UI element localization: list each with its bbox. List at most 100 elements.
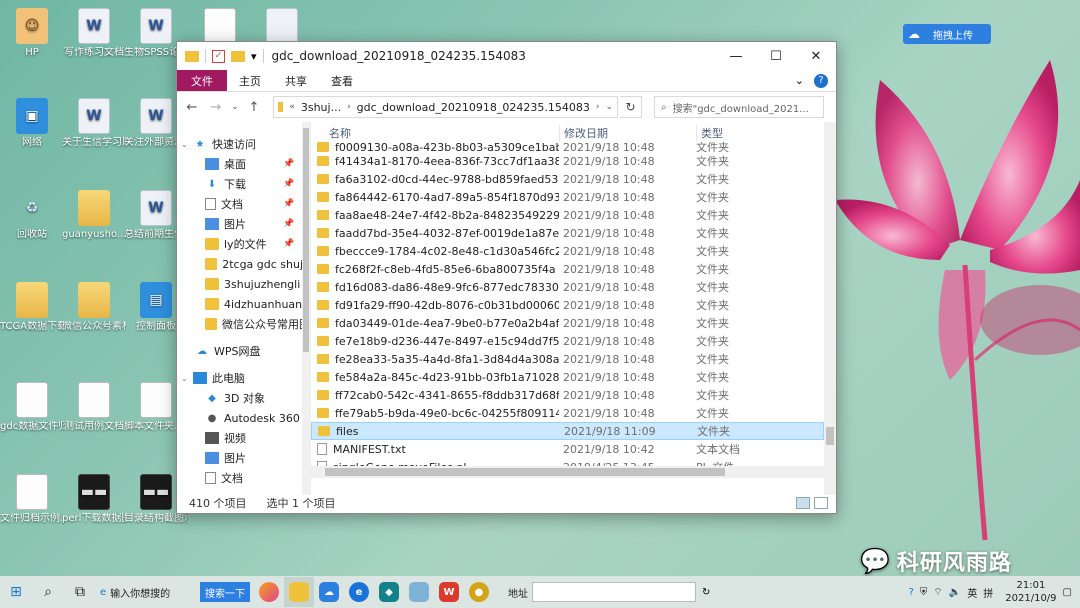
nav-item-4idzhuanhuang[interactable]: 4idzhuanhuang [177,294,310,314]
desktop-icon[interactable]: guanyusho... [62,190,126,241]
new-folder-icon[interactable] [231,50,245,62]
chevron-down-icon[interactable]: ⌄ [181,140,191,149]
table-row[interactable]: fd91fa29-ff90-42db-8076-c0b31bd00060 2021… [311,296,824,314]
up-arrow-icon[interactable]: ↑ [243,100,265,115]
desktop-icon[interactable]: ♻ 回收站 [0,190,64,241]
customize-toolbar-icon[interactable]: ▾ [251,50,257,63]
desktop-icon[interactable]: W 关于生信学习助推文档 [62,98,126,149]
desktop-icon[interactable]: W 写作练习文档 [62,8,126,59]
table-row[interactable]: fa6a3102-d0cd-44ec-9788-bd859faed532 2021… [311,170,824,188]
table-row[interactable]: fe7e18b9-d236-447e-8497-e15c94dd7f55 2021… [311,332,824,350]
table-row[interactable]: fe584a2a-845c-4d23-91bb-03fb1a710287 2021… [311,368,824,386]
help-icon[interactable]: ? [909,587,914,598]
nav-quick-access[interactable]: ⌄ ★ 快速访问 [177,134,310,154]
breadcrumb-item[interactable]: gdc_download_20210918_024235.154083 [357,101,590,114]
nav-scrollbar[interactable] [302,122,310,495]
pin-icon[interactable]: 📌 [283,199,294,209]
close-button[interactable]: ✕ [796,42,836,70]
nav-this-pc[interactable]: ⌄ 此电脑 [177,368,310,388]
taskbar-app[interactable]: e [344,577,374,607]
scrollbar-thumb[interactable] [325,468,725,476]
back-arrow-icon[interactable]: ← [181,100,203,115]
nav-item-documents[interactable]: 文档 📌 [177,194,310,214]
table-row[interactable]: ffe79ab5-b9da-49e0-bc6c-04255f809114 2021… [311,404,824,422]
table-row[interactable]: files 2021/9/18 11:09 文件夹 [311,422,824,440]
clock[interactable]: 21:01 2021/10/9 [1005,579,1056,605]
nav-item-videos[interactable]: 视频 [177,428,310,448]
nav-item-ly-files[interactable]: ly的文件 📌 [177,234,310,254]
tab-file[interactable]: 文件 [177,70,227,91]
details-view-icon[interactable] [796,497,810,509]
pin-icon[interactable]: 📌 [283,159,294,169]
nav-item-wechat-images[interactable]: 微信公众号常用图 [177,314,310,334]
tab-home[interactable]: 主页 [227,70,273,91]
taskbar-app[interactable]: ● [464,577,494,607]
nav-item-desktop[interactable]: 桌面 📌 [177,154,310,174]
nav-item-pictures[interactable]: 图片 📌 [177,214,310,234]
refresh-icon[interactable]: ↻ [620,96,642,118]
task-view-icon[interactable]: ⧉ [64,576,96,608]
table-row[interactable]: ff72cab0-542c-4341-8655-f8ddb317d68f 2021… [311,386,824,404]
chevron-right-icon[interactable]: › [596,102,600,112]
taskbar-app[interactable]: W [434,577,464,607]
table-row[interactable]: fe28ea33-5a35-4a4d-8fa1-3d84d4a308ac 2021… [311,350,824,368]
ime-mode[interactable]: 拼 [983,585,993,600]
table-row[interactable]: f41434a1-8170-4eea-836f-73cc7df1aa38 2021… [311,152,824,170]
title-bar[interactable]: ✓ ▾ gdc_download_20210918_024235.154083 … [177,42,836,70]
table-row[interactable]: f0009130-a08a-423b-8b03-a5309ce1bab1 2021… [311,142,824,152]
large-icons-view-icon[interactable] [814,497,828,509]
nav-wps-drive[interactable]: ☁ WPS网盘 [177,341,310,361]
search-input[interactable]: ⌕ 搜索"gdc_download_2021... [654,96,824,118]
volume-icon[interactable]: 🔈 [949,587,961,598]
chevron-left-icon[interactable]: « [289,102,295,112]
scrollbar-thumb[interactable] [826,427,834,445]
drag-upload-widget[interactable]: ☁ 拖拽上传 [903,24,991,44]
desktop-icon[interactable]: ▬▬ perl下载数据图片.png [62,474,126,525]
tab-view[interactable]: 查看 [319,70,365,91]
breadcrumb-item[interactable]: 3shuj... [301,101,341,114]
chevron-down-icon[interactable]: ⌄ [605,102,613,112]
nav-item-downloads[interactable]: ⬇ 下载 📌 [177,174,310,194]
address-bar[interactable]: « 3shuj... › gdc_download_20210918_02423… [273,96,618,118]
taskbar-search-input[interactable]: e 输入你想搜的 [96,580,200,604]
pin-icon[interactable]: 📌 [283,239,294,249]
input-language[interactable]: 英 [967,585,977,600]
nav-item-3shujuzhengli[interactable]: 3shujuzhengli [177,274,310,294]
nav-item-3d-objects[interactable]: ◆ 3D 对象 [177,388,310,408]
chevron-down-icon[interactable]: ⌄ [181,374,191,383]
desktop-icon[interactable]: 微信公众号素材准备 [62,282,126,333]
horizontal-scrollbar[interactable] [311,466,824,478]
maximize-button[interactable]: ☐ [756,42,796,70]
search-icon[interactable]: ⌕ [32,576,64,608]
desktop-icon[interactable]: 文件归档示例.p... [0,474,64,525]
shield-icon[interactable]: ⛨ [920,587,928,598]
forward-arrow-icon[interactable]: → [205,100,227,115]
table-row[interactable]: faadd7bd-35e4-4032-87ef-0019de1a87eb 2021… [311,224,824,242]
table-row[interactable]: fbeccce9-1784-4c02-8e48-c1d30a546fc2 2021… [311,242,824,260]
search-button[interactable]: 搜索一下 [200,582,250,602]
pin-icon[interactable]: 📌 [283,219,294,229]
table-row[interactable]: fa864442-6170-4ad7-89a5-854f1870d930 2021… [311,188,824,206]
taskbar-app[interactable] [404,577,434,607]
nav-item-pc-pictures[interactable]: 图片 [177,448,310,468]
column-header-type[interactable]: 类型 [696,125,723,141]
nav-item-pc-documents[interactable]: 文档 [177,468,310,488]
column-header-name[interactable]: 名称 [311,125,559,141]
table-row[interactable]: fc268f2f-c8eb-4fd5-85e6-6ba800735f4a 2021… [311,260,824,278]
wifi-icon[interactable]: ⌔ [933,586,942,599]
recent-locations-icon[interactable]: ⌄ [229,102,241,112]
scrollbar-thumb[interactable] [303,128,309,352]
nav-item-2tcga[interactable]: 2tcga gdc shuju [177,254,310,274]
windows-start-icon[interactable]: ⊞ [0,576,32,608]
expand-ribbon-icon[interactable]: ⌄ [795,74,804,87]
address-toolbar-input[interactable] [532,582,696,602]
properties-icon[interactable]: ✓ [212,49,225,63]
tab-share[interactable]: 共享 [273,70,319,91]
notification-icon[interactable]: ▢ [1063,587,1072,598]
desktop-icon[interactable]: ☺ HP [0,8,64,59]
taskbar-app[interactable]: ◆ [374,577,404,607]
desktop-icon[interactable]: 测试用例文档 [62,382,126,433]
help-icon[interactable]: ? [814,73,828,88]
table-row[interactable]: fda03449-01de-4ea7-9be0-b77e0a2b4af9 2021… [311,314,824,332]
desktop-icon[interactable]: gdc数据文件归档 [0,382,64,433]
